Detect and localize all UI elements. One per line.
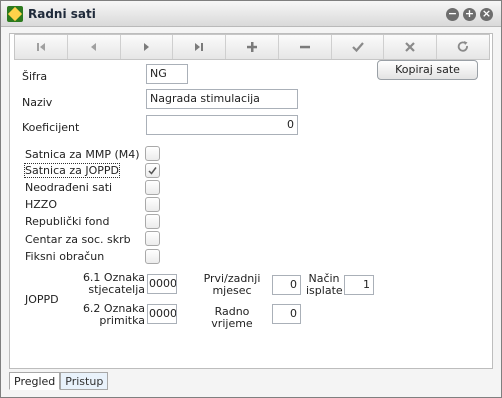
radno-vrijeme-label: Radno vrijeme [211,305,253,330]
joppd-label: JOPPD [25,293,59,306]
add-button[interactable] [226,35,279,59]
checkbox-republicki-fond[interactable] [145,214,160,229]
checkbox-centar[interactable] [145,231,160,246]
close-window-icon[interactable]: × [480,8,493,21]
radno-vrijeme-field[interactable]: 0 [272,304,301,324]
checkbox-label-hzzo: HZZO [25,198,58,211]
refresh-icon [457,41,469,52]
maximize-icon[interactable]: + [463,8,476,21]
window-title: Radni sati [28,7,96,21]
oznaka-stjecatelja-label: 6.1 Oznaka stjecatelja [68,272,145,296]
first-record-button[interactable] [15,35,68,59]
last-record-button[interactable] [173,35,227,59]
checkbox-neodradeni[interactable] [145,180,160,195]
last-icon [195,43,204,51]
refresh-button[interactable] [437,35,489,59]
previous-record-button[interactable] [68,35,121,59]
form-panel: Šifra NG Kopiraj sate Naziv Nagrada stim… [9,33,493,369]
checkbox-joppd[interactable] [145,163,160,178]
bottom-tabs: Pregled Pristup [9,372,109,390]
copy-hours-button[interactable]: Kopiraj sate [377,60,478,80]
prvi-zadnji-mjesec-label: Prvi/zadnji mjesec [194,273,270,297]
oznaka-primitka-label: 6.2 Oznaka primitka [68,303,145,327]
app-logo-icon [7,6,23,22]
prvi-zadnji-label-line2: mjesec [212,284,252,297]
next-icon [144,43,150,51]
sifra-field[interactable]: NG [146,64,188,84]
checkbox-label-mmp: Satnica za MMP (M4) [25,148,140,161]
minus-icon [299,45,310,49]
koeficijent-label: Koeficijent [22,121,80,134]
tab-pregled[interactable]: Pregled [9,372,61,390]
nacin-isplate-label: Način isplate [306,273,343,297]
oznaka-primitka-label-line2: primitka [99,314,145,327]
checkbox-label-centar: Centar za soc. skrb [25,233,131,246]
oznaka-stjecatelja-label-line2: stjecatelja [88,283,145,296]
next-record-button[interactable] [121,35,174,59]
checkbox-label-fiksni: Fiksni obračun [25,250,105,263]
close-icon [405,42,416,52]
oznaka-primitka-field[interactable]: 0000 [147,304,177,324]
confirm-button[interactable] [332,35,385,59]
previous-icon [90,43,96,51]
checkbox-mmp[interactable] [145,146,160,161]
nacin-isplate-field[interactable]: 1 [344,275,374,295]
sifra-label: Šifra [22,70,48,83]
nacin-isplate-label-line2: isplate [306,284,343,297]
prvi-zadnji-mjesec-field[interactable]: 0 [272,275,301,295]
tab-pristup[interactable]: Pristup [60,372,109,390]
delete-button[interactable] [279,35,332,59]
naziv-label: Naziv [22,96,53,109]
minimize-icon[interactable]: − [446,8,459,21]
oznaka-stjecatelja-field[interactable]: 0000 [147,274,177,294]
record-toolbar [14,34,490,60]
first-icon [36,43,45,51]
checkbox-hzzo[interactable] [145,197,160,212]
cancel-button[interactable] [384,35,438,59]
checkbox-fiksni[interactable] [145,249,160,264]
title-bar: Radni sati − + × [1,1,501,27]
checkmark-icon [148,167,157,175]
koeficijent-field[interactable]: 0 [146,115,298,135]
checkbox-label-republicki-fond: Republički fond [25,215,110,228]
checkbox-label-joppd: Satnica za JOPPD [24,163,120,178]
radni-sati-window: Radni sati − + × Šifra NG Kopiraj sate N… [0,0,502,398]
check-icon [351,42,364,53]
checkbox-label-neodradeni: Neodrađeni sati [25,181,113,194]
plus-icon [247,42,258,52]
naziv-field[interactable]: Nagrada stimulacija [146,89,298,109]
